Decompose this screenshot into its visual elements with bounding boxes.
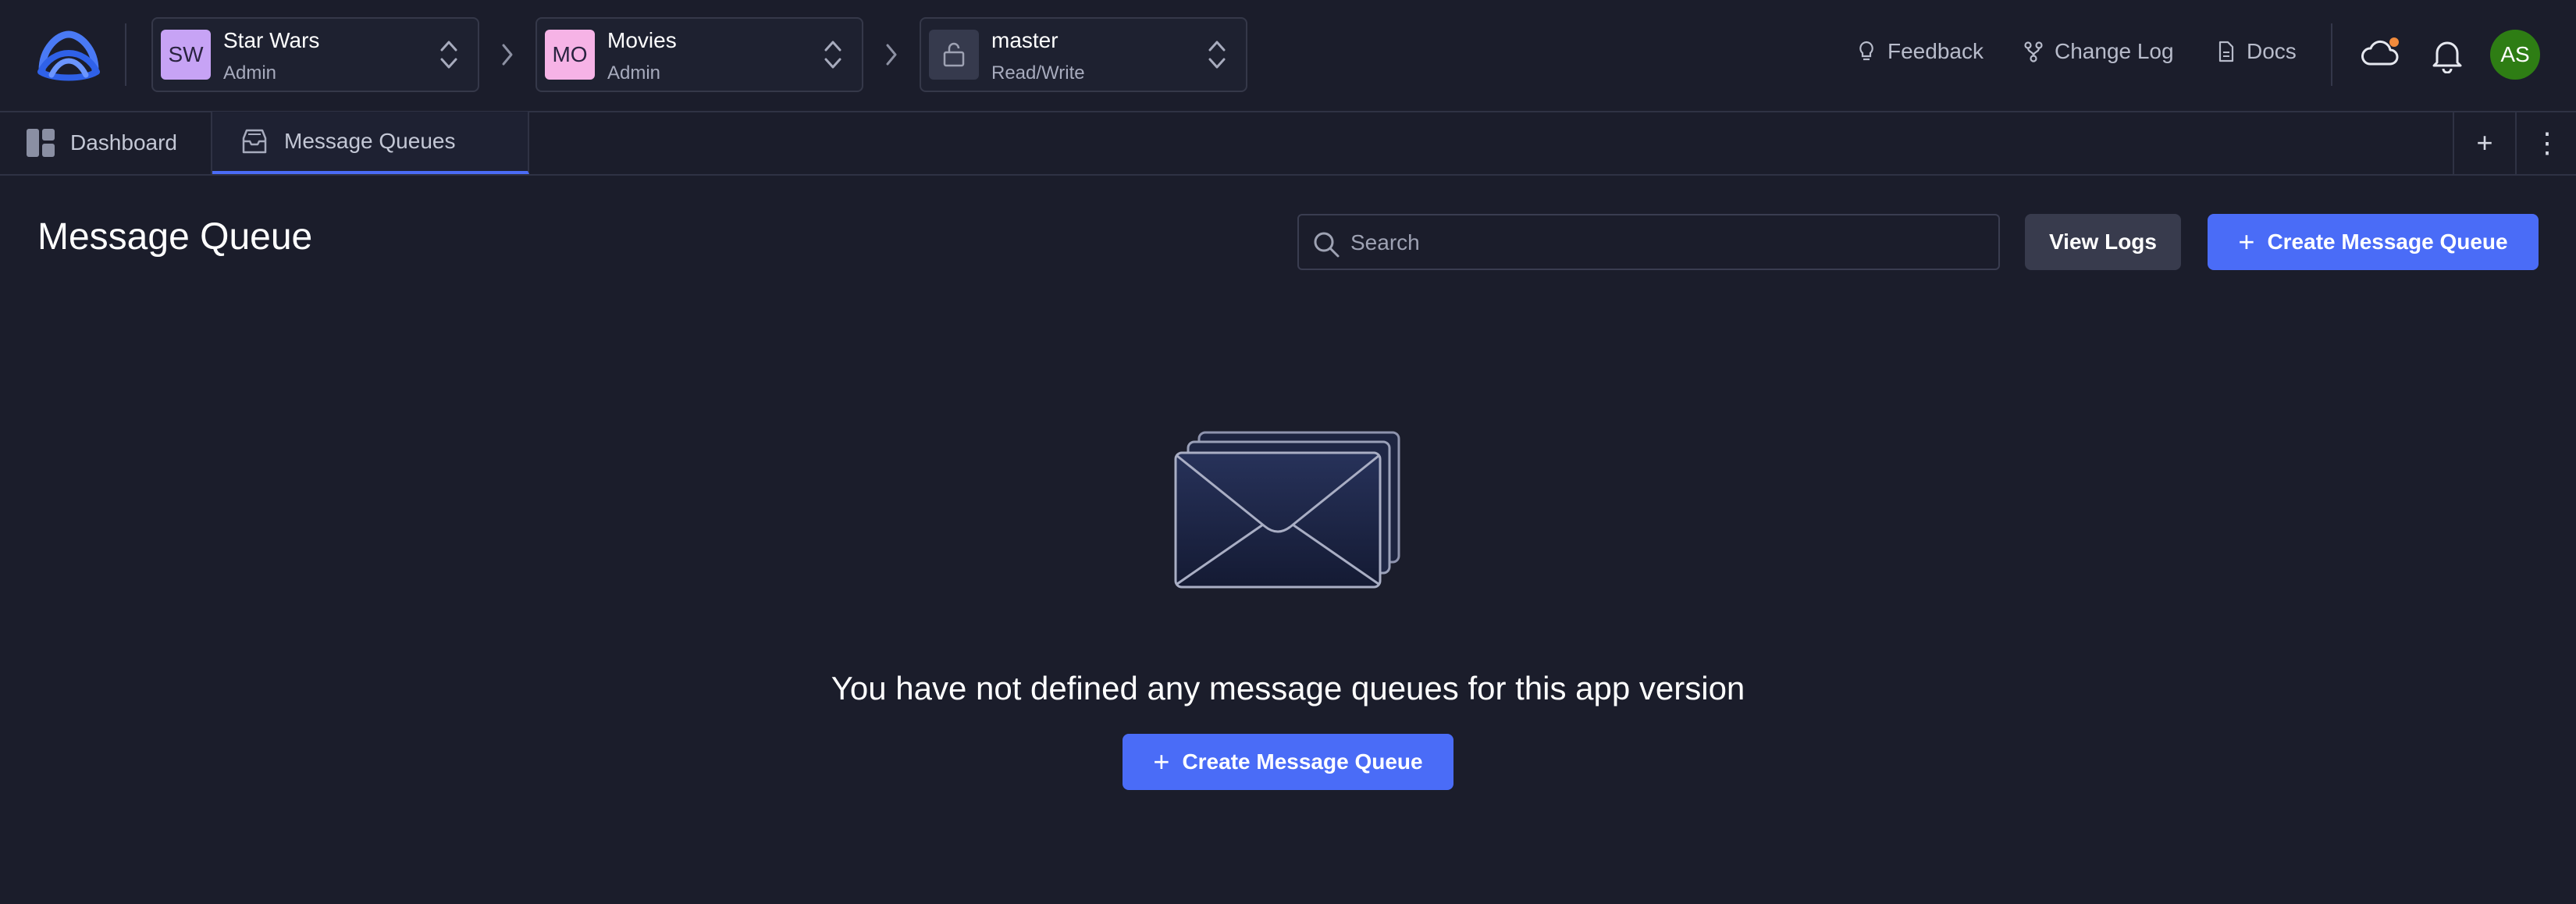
app-selector[interactable]: MO Movies Admin [535, 17, 863, 92]
branch-permission: Read/Write [991, 62, 1085, 84]
chevron-right-icon [886, 44, 897, 66]
view-logs-button[interactable]: View Logs [2025, 214, 2181, 270]
company-logo[interactable] [34, 25, 103, 81]
tab-message-queues-label: Message Queues [284, 129, 456, 153]
page-title: Message Queue [37, 216, 313, 258]
add-tab-button[interactable]: + [2453, 112, 2515, 174]
divider [125, 23, 126, 86]
chevron-up-down-icon [440, 41, 457, 69]
top-navigation-bar: SW Star Wars Admin MO Movies Admin maste… [0, 0, 2576, 112]
branch-selector[interactable]: master Read/Write [920, 17, 1247, 92]
docs-label: Docs [2247, 39, 2297, 63]
feedback-label: Feedback [1888, 39, 1984, 63]
chevron-right-icon [502, 44, 513, 66]
organization-role: Admin [223, 62, 277, 84]
create-message-queue-empty-button[interactable]: + Create Message Queue [1123, 734, 1453, 790]
chevron-up-down-icon [824, 41, 841, 69]
organization-badge: SW [161, 30, 211, 80]
divider [2331, 23, 2332, 86]
change-log-link[interactable]: Change Log [2022, 39, 2174, 64]
search-input[interactable] [1349, 215, 1992, 270]
app-badge: MO [545, 30, 595, 80]
tab-message-queues[interactable]: Message Queues [212, 112, 529, 174]
empty-state-message: You have not defined any message queues … [831, 670, 1745, 706]
search-field[interactable] [1297, 214, 2000, 270]
plus-icon: + [2238, 226, 2255, 258]
tab-menu-button[interactable]: ⋮ [2515, 112, 2576, 174]
cloud-icon[interactable] [2359, 33, 2401, 73]
view-logs-label: View Logs [2049, 230, 2157, 254]
user-avatar[interactable]: AS [2490, 30, 2540, 80]
git-branch-icon [2024, 41, 2043, 62]
lock-icon [929, 30, 979, 80]
notification-dot [2389, 37, 2399, 47]
create-message-queue-empty-label: Create Message Queue [1182, 749, 1423, 774]
plus-icon: + [1153, 746, 1170, 778]
bell-icon[interactable] [2429, 36, 2465, 73]
dashboard-icon [27, 129, 55, 157]
feedback-link[interactable]: Feedback [1855, 39, 1984, 64]
create-message-queue-label: Create Message Queue [2267, 230, 2508, 254]
envelopes-illustration [1174, 431, 1400, 589]
tab-dashboard-label: Dashboard [70, 130, 177, 155]
change-log-label: Change Log [2055, 39, 2174, 63]
app-role: Admin [607, 62, 661, 84]
organization-selector[interactable]: SW Star Wars Admin [151, 17, 479, 92]
lightbulb-icon [1859, 41, 1873, 61]
document-icon [2218, 41, 2234, 62]
app-name: Movies [607, 28, 677, 52]
inbox-icon [242, 129, 267, 154]
organization-name: Star Wars [223, 28, 320, 52]
chevron-up-down-icon [1208, 41, 1226, 69]
tab-dashboard[interactable]: Dashboard [0, 112, 212, 174]
tab-bar: Dashboard Message Queues + ⋮ [0, 112, 2576, 176]
docs-link[interactable]: Docs [2214, 39, 2297, 64]
search-icon [1314, 232, 1340, 258]
create-message-queue-button[interactable]: + Create Message Queue [2208, 214, 2539, 270]
branch-name: master [991, 28, 1059, 52]
